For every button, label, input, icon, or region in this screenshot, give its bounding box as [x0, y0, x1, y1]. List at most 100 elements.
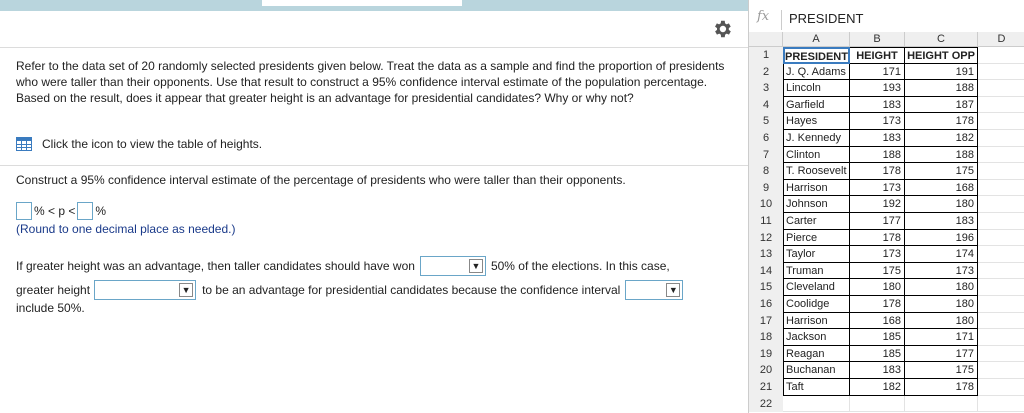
- row-number[interactable]: 9: [749, 179, 783, 197]
- cell-president[interactable]: Johnson: [783, 196, 850, 213]
- cell-president[interactable]: Cleveland: [783, 279, 850, 296]
- won-dropdown[interactable]: ▼: [419, 256, 486, 276]
- row-number[interactable]: 3: [749, 80, 783, 97]
- row-number[interactable]: 17: [749, 312, 783, 330]
- cell-height-opp[interactable]: 183: [905, 213, 978, 230]
- column-header-a[interactable]: A: [783, 32, 850, 46]
- cell-height-opp[interactable]: 175: [905, 362, 978, 379]
- cell-height[interactable]: 177: [850, 213, 905, 230]
- cell-president[interactable]: J. Q. Adams: [783, 63, 850, 81]
- cell-president[interactable]: Garfield: [783, 96, 850, 114]
- cell-height[interactable]: 180: [850, 279, 905, 296]
- cell-d[interactable]: [978, 213, 1024, 230]
- cell-height-opp[interactable]: 177: [905, 345, 978, 363]
- formula-value[interactable]: PRESIDENT: [789, 11, 863, 26]
- cell-height[interactable]: 183: [850, 96, 905, 114]
- cell-height-opp[interactable]: 168: [905, 179, 978, 197]
- cell-d[interactable]: [978, 97, 1024, 114]
- row-number[interactable]: 16: [749, 296, 783, 313]
- cell-height-opp[interactable]: 188: [905, 146, 978, 164]
- column-header-d[interactable]: D: [978, 32, 1024, 46]
- cell-president[interactable]: T. Roosevelt: [783, 163, 850, 180]
- cell-president[interactable]: Buchanan: [783, 362, 850, 379]
- cell-height[interactable]: 173: [850, 246, 905, 263]
- cell-d[interactable]: [978, 230, 1024, 247]
- cell-d[interactable]: [978, 362, 1024, 379]
- cell-president[interactable]: Jackson: [783, 329, 850, 346]
- cell-president[interactable]: Harrison: [783, 179, 850, 197]
- cell-president[interactable]: [783, 395, 850, 413]
- cell-d[interactable]: [978, 329, 1024, 346]
- cell-height-opp[interactable]: 180: [905, 296, 978, 313]
- cell-d[interactable]: [978, 147, 1024, 164]
- cell-president[interactable]: Truman: [783, 262, 850, 280]
- cell-height-header[interactable]: HEIGHT: [850, 47, 905, 64]
- row-number[interactable]: 1: [749, 47, 783, 64]
- row-number[interactable]: 19: [749, 345, 783, 363]
- cell-height-opp[interactable]: 188: [905, 80, 978, 97]
- cell-height[interactable]: 175: [850, 262, 905, 280]
- row-number[interactable]: 20: [749, 362, 783, 379]
- cell-d[interactable]: [978, 196, 1024, 213]
- interval-dropdown[interactable]: ▼: [625, 280, 684, 300]
- cell-height-opp-header[interactable]: HEIGHT OPP: [905, 47, 978, 64]
- row-number[interactable]: 13: [749, 246, 783, 263]
- cell-d[interactable]: [978, 180, 1024, 197]
- cell-president[interactable]: Lincoln: [783, 80, 850, 97]
- row-number[interactable]: 22: [749, 395, 783, 413]
- row-number[interactable]: 7: [749, 146, 783, 164]
- gear-icon[interactable]: [711, 18, 733, 40]
- cell-height[interactable]: 182: [850, 379, 905, 396]
- appear-dropdown[interactable]: ▼: [94, 280, 197, 300]
- cell-height[interactable]: 168: [850, 312, 905, 330]
- row-number[interactable]: 12: [749, 229, 783, 247]
- cell-height-opp[interactable]: 175: [905, 163, 978, 180]
- cell-d[interactable]: [978, 296, 1024, 313]
- cell-d[interactable]: [978, 263, 1024, 280]
- cell-president[interactable]: Carter: [783, 213, 850, 230]
- top-tab[interactable]: [262, 0, 462, 6]
- cell-height-opp[interactable]: 191: [905, 63, 978, 81]
- cell-president[interactable]: Reagan: [783, 345, 850, 363]
- row-number[interactable]: 21: [749, 379, 783, 396]
- row-number[interactable]: 14: [749, 262, 783, 280]
- cell-d[interactable]: [978, 379, 1024, 396]
- cell-height[interactable]: 171: [850, 63, 905, 81]
- cell-height-opp[interactable]: 178: [905, 113, 978, 130]
- cell-height-opp[interactable]: 196: [905, 229, 978, 247]
- cell-height-opp[interactable]: 173: [905, 262, 978, 280]
- column-header-b[interactable]: B: [850, 32, 905, 46]
- row-number[interactable]: 4: [749, 96, 783, 114]
- cell-height-opp[interactable]: 180: [905, 196, 978, 213]
- row-number[interactable]: 15: [749, 279, 783, 296]
- cell-d[interactable]: [978, 80, 1024, 97]
- cell-height-opp[interactable]: 174: [905, 246, 978, 263]
- cell-d[interactable]: [978, 246, 1024, 263]
- table-link-row[interactable]: Click the icon to view the table of heig…: [16, 137, 262, 151]
- cell-president[interactable]: Coolidge: [783, 296, 850, 313]
- cell-president[interactable]: J. Kennedy: [783, 130, 850, 147]
- cell-d[interactable]: [978, 279, 1024, 296]
- row-number[interactable]: 18: [749, 329, 783, 346]
- cell-d[interactable]: [978, 64, 1024, 81]
- cell-d[interactable]: [978, 313, 1024, 330]
- cell-president[interactable]: Harrison: [783, 312, 850, 330]
- cell-height[interactable]: 183: [850, 362, 905, 379]
- cell-height-opp[interactable]: 182: [905, 130, 978, 147]
- cell-d[interactable]: [978, 47, 1024, 64]
- cell-height[interactable]: 192: [850, 196, 905, 213]
- cell-height[interactable]: 185: [850, 345, 905, 363]
- cell-president[interactable]: Clinton: [783, 146, 850, 164]
- ci-lower-input[interactable]: [16, 202, 32, 220]
- cell-height[interactable]: 193: [850, 80, 905, 97]
- cell-height-opp[interactable]: 171: [905, 329, 978, 346]
- cell-d[interactable]: [978, 346, 1024, 363]
- cell-d[interactable]: [978, 396, 1024, 413]
- cell-height[interactable]: 173: [850, 113, 905, 130]
- cell-height[interactable]: 188: [850, 146, 905, 164]
- cell-president[interactable]: Hayes: [783, 113, 850, 130]
- cell-height[interactable]: 178: [850, 296, 905, 313]
- cell-height-opp[interactable]: 178: [905, 379, 978, 396]
- cell-president-header[interactable]: PRESIDENT: [783, 47, 850, 64]
- row-number[interactable]: 6: [749, 130, 783, 147]
